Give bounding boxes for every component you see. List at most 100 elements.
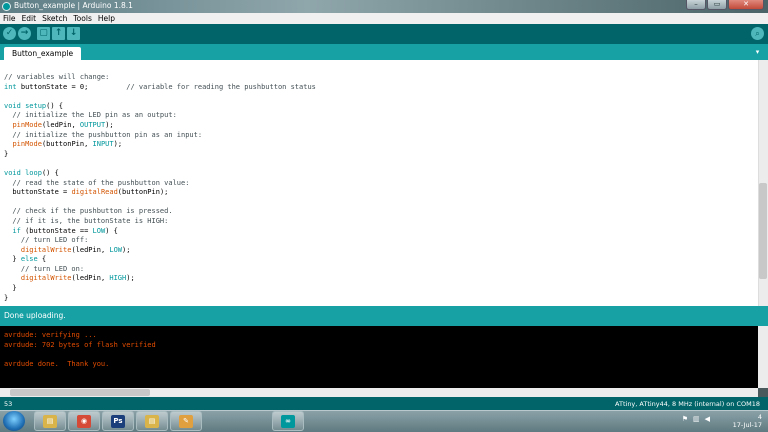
start-button[interactable] <box>3 411 25 431</box>
serial-monitor-button[interactable]: ⌕ <box>751 27 764 40</box>
code-token: () { <box>46 101 64 110</box>
tab-menu-icon[interactable]: ▾ <box>753 48 762 56</box>
code-token: if <box>12 226 21 235</box>
taskbar-explorer-button[interactable]: ▤ <box>34 411 66 431</box>
system-tray-icons: ⚑ ▥ ◀ <box>682 415 710 423</box>
code-line: // turn LED on: <box>4 265 316 275</box>
code-token: ); <box>105 120 114 129</box>
menu-tools[interactable]: Tools <box>70 13 94 24</box>
code-token: } <box>4 255 21 264</box>
code-token: else <box>20 255 38 264</box>
title-bar: Button_example | Arduino 1.8.1 – ▭ ✕ <box>0 0 768 13</box>
save-button[interactable]: ↓ <box>67 27 80 40</box>
code-token: (ledPin, <box>41 120 80 129</box>
window-title: Button_example | Arduino 1.8.1 <box>14 1 133 10</box>
code-token: () { <box>41 168 59 177</box>
maximize-button[interactable]: ▭ <box>707 0 727 10</box>
menu-sketch[interactable]: Sketch <box>39 13 70 24</box>
code-line: // read the state of the pushbutton valu… <box>4 179 316 189</box>
console-vertical-scrollbar[interactable] <box>758 326 768 388</box>
console-line: avrdude: 702 bytes of flash verified <box>4 340 156 349</box>
menu-file[interactable]: File <box>0 13 19 24</box>
code-line: void loop() { <box>4 169 316 179</box>
paint-icon: ✎ <box>179 415 193 428</box>
code-token: // turn LED on: <box>4 264 85 273</box>
code-token: } <box>4 293 9 302</box>
new-button[interactable]: ▢ <box>37 27 50 40</box>
code-token: ); <box>113 140 123 149</box>
network-icon[interactable]: ▥ <box>693 415 700 423</box>
upload-button[interactable]: → <box>18 27 31 40</box>
code-token: loop <box>25 168 42 177</box>
magnifier-icon: ⌕ <box>755 29 760 38</box>
code-line: // initialize the pushbutton pin as an i… <box>4 131 316 141</box>
new-file-icon: ▢ <box>39 28 48 38</box>
code-line: } <box>4 294 316 304</box>
clock[interactable]: 4 17-Jul-17 <box>733 413 762 429</box>
arrow-right-icon: → <box>20 28 29 38</box>
taskbar-folder-button[interactable]: ▤ <box>136 411 168 431</box>
taskbar-arduino-button[interactable]: ∞ <box>272 411 304 431</box>
code-token: HIGH <box>109 274 127 283</box>
code-line: digitalWrite(ledPin, HIGH); <box>4 274 316 284</box>
taskbar-chrome-button[interactable]: ◉ <box>68 411 100 431</box>
close-button[interactable]: ✕ <box>728 0 764 10</box>
code-token: buttonState = <box>4 188 72 197</box>
code-token: (ledPin, <box>71 274 110 283</box>
code-token: // initialize the pushbutton pin as an i… <box>4 130 203 139</box>
code-token: { <box>37 255 47 264</box>
code-token: (buttonState == <box>20 226 93 235</box>
open-arrow-up-icon: ↑ <box>54 28 63 38</box>
minimize-button[interactable]: – <box>686 0 706 10</box>
status-message: Done uploading. <box>4 311 66 320</box>
photoshop-icon: Ps <box>111 415 125 428</box>
menu-help[interactable]: Help <box>95 13 118 24</box>
console-scroll-thumb[interactable] <box>10 389 150 396</box>
code-token: (ledPin, <box>71 245 110 254</box>
code-line: // variables will change: <box>4 73 316 83</box>
taskbar-paint-button[interactable]: ✎ <box>170 411 202 431</box>
status-bar: Done uploading. <box>0 306 768 326</box>
code-token: int <box>4 82 17 91</box>
code-line: } else { <box>4 255 316 265</box>
code-token: void <box>4 101 21 110</box>
code-token: OUTPUT <box>79 120 106 129</box>
console-output: avrdude: verifying ... avrdude: 702 byte… <box>0 326 758 388</box>
chrome-icon: ◉ <box>77 415 91 428</box>
tab-strip: Button_example ▾ <box>0 44 768 60</box>
window-controls: – ▭ ✕ <box>686 0 764 10</box>
taskbar-photoshop-button[interactable]: Ps <box>102 411 134 431</box>
tab-button-example[interactable]: Button_example <box>4 47 82 60</box>
verify-button[interactable]: ✓ <box>3 27 16 40</box>
code-token: ) { <box>105 226 118 235</box>
code-editor[interactable]: // variables will change: int buttonState… <box>0 60 758 306</box>
save-arrow-down-icon: ↓ <box>69 28 78 38</box>
editor-scroll-thumb[interactable] <box>759 183 767 279</box>
code-token: (buttonPin); <box>117 188 169 197</box>
code-line: } <box>4 150 316 160</box>
console-line: avrdude done. Thank you. <box>4 359 110 368</box>
code-token: digitalWrite <box>20 245 72 254</box>
board-info: ATtiny, ATtiny44, 8 MHz (internal) on CO… <box>615 400 760 408</box>
code-token: pinMode <box>12 140 42 149</box>
menu-bar: File Edit Sketch Tools Help <box>0 13 768 24</box>
open-button[interactable]: ↑ <box>52 27 65 40</box>
arduino-app-icon <box>2 2 11 11</box>
code-line: void setup() { <box>4 102 316 112</box>
volume-icon[interactable]: ◀ <box>705 415 710 423</box>
menu-edit[interactable]: Edit <box>19 13 40 24</box>
code-token: // if it is, the buttonState is HIGH: <box>4 216 169 225</box>
code-token: pinMode <box>12 120 42 129</box>
code-token: setup <box>25 101 47 110</box>
toolbar: ✓ → ▢ ↑ ↓ ⌕ <box>0 24 768 44</box>
code-token: // check if the pushbutton is pressed. <box>4 207 173 216</box>
code-token: void <box>4 168 21 177</box>
code-line: // turn LED off: <box>4 236 316 246</box>
flag-icon[interactable]: ⚑ <box>682 415 688 423</box>
code-line: pinMode(buttonPin, INPUT); <box>4 140 316 150</box>
code-token: LOW <box>92 226 106 235</box>
code-token: ); <box>122 245 131 254</box>
